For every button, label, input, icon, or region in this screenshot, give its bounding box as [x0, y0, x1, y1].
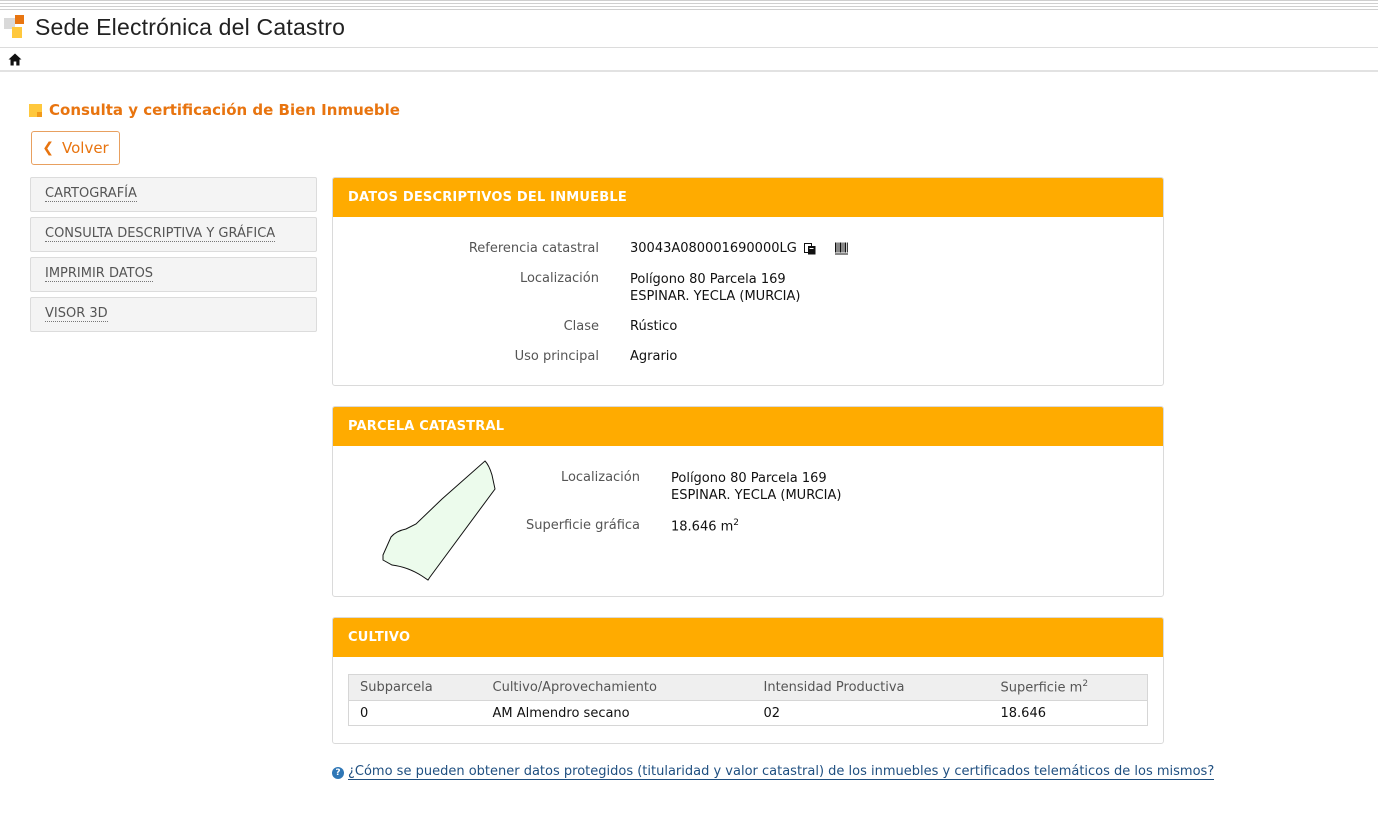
- area-value: 18.646 m2: [671, 518, 740, 535]
- breadcrumb-bar: [0, 48, 1378, 72]
- location-line-2: ESPINAR. YECLA (MURCIA): [630, 289, 801, 304]
- sidebar-item-label: IMPRIMIR DATOS: [45, 266, 154, 282]
- location-value: Polígono 80 Parcela 169 ESPINAR. YECLA (…: [630, 271, 800, 305]
- protected-data-help-link[interactable]: ? ¿Cómo se pueden obtener datos protegid…: [332, 764, 1215, 780]
- side-menu: CARTOGRAFÍA CONSULTA DESCRIPTIVA Y GRÁFI…: [30, 177, 317, 337]
- home-icon[interactable]: [8, 53, 22, 66]
- clase-value: Rústico: [630, 319, 678, 334]
- cell-superficie: 18.646: [1000, 705, 1047, 721]
- page-title: Consulta y certificación de Bien Inmuebl…: [49, 101, 400, 119]
- sidebar-item-label: CARTOGRAFÍA: [45, 186, 137, 202]
- copy-icon[interactable]: [803, 242, 817, 255]
- parcel-location-label: Localización: [560, 470, 640, 485]
- panel-title: CULTIVO: [333, 618, 1163, 657]
- descriptive-data-panel: DATOS DESCRIPTIVOS DEL INMUEBLE Referenc…: [332, 177, 1164, 386]
- sidebar-item-consulta-descriptiva[interactable]: CONSULTA DESCRIPTIVA Y GRÁFICA: [30, 217, 317, 252]
- cell-cultivo: AM Almendro secano: [492, 705, 630, 721]
- col-header-cultivo: Cultivo/Aprovechamiento: [481, 674, 753, 701]
- back-button[interactable]: ❮ Volver: [31, 131, 120, 165]
- parcel-location-line-1: Polígono 80 Parcela 169: [671, 471, 827, 486]
- site-header: Sede Electrónica del Catastro: [0, 10, 1378, 48]
- parcel-location-value: Polígono 80 Parcela 169 ESPINAR. YECLA (…: [671, 470, 841, 504]
- catastro-logo-icon: [4, 15, 28, 39]
- question-circle-icon: ?: [332, 766, 344, 779]
- ref-value: 30043A080001690000LG: [630, 241, 797, 256]
- sidebar-item-visor-3d[interactable]: VISOR 3D: [30, 297, 317, 332]
- sidebar-item-cartografia[interactable]: CARTOGRAFÍA: [30, 177, 317, 212]
- page-heading: Consulta y certificación de Bien Inmuebl…: [29, 101, 400, 119]
- sidebar-item-label: CONSULTA DESCRIPTIVA Y GRÁFICA: [45, 226, 276, 242]
- section-square-icon: [29, 103, 42, 117]
- barcode-icon[interactable]: [834, 242, 848, 255]
- parcel-shape-map[interactable]: [378, 459, 498, 584]
- panel-title: DATOS DESCRIPTIVOS DEL INMUEBLE: [333, 178, 1163, 217]
- top-decorative-stripes: [0, 0, 1378, 10]
- col-header-intensidad: Intensidad Productiva: [752, 674, 990, 701]
- crop-panel: CULTIVO Subparcela Cultivo/Aprovechamien…: [332, 617, 1164, 744]
- uso-label: Uso principal: [514, 349, 599, 364]
- crop-table: Subparcela Cultivo/Aprovechamiento Inten…: [348, 674, 1148, 726]
- clase-label: Clase: [563, 319, 599, 334]
- chevron-left-icon: ❮: [42, 140, 54, 156]
- ref-label: Referencia catastral: [468, 241, 599, 256]
- table-row: 0 AM Almendro secano 02 18.646: [349, 701, 1148, 726]
- cell-intensidad: 02: [763, 705, 781, 721]
- parcel-location-line-2: ESPINAR. YECLA (MURCIA): [671, 488, 842, 503]
- sidebar-item-label: VISOR 3D: [45, 306, 108, 322]
- col-header-subparcela: Subparcela: [348, 674, 482, 701]
- site-title: Sede Electrónica del Catastro: [35, 14, 346, 40]
- ref-value-row: 30043A080001690000LG: [630, 241, 848, 256]
- parcel-panel: PARCELA CATASTRAL Localización Polígono …: [332, 406, 1164, 597]
- cell-subparcela: 0: [360, 705, 369, 721]
- uso-value: Agrario: [630, 349, 678, 364]
- area-label: Superficie gráfica: [525, 518, 640, 533]
- location-label: Localización: [519, 271, 599, 286]
- location-line-1: Polígono 80 Parcela 169: [630, 272, 786, 287]
- help-link-text: ¿Cómo se pueden obtener datos protegidos…: [348, 764, 1215, 780]
- col-header-superficie: Superficie m2: [989, 674, 1148, 701]
- table-header-row: Subparcela Cultivo/Aprovechamiento Inten…: [348, 674, 1148, 701]
- sidebar-item-imprimir-datos[interactable]: IMPRIMIR DATOS: [30, 257, 317, 292]
- panel-title: PARCELA CATASTRAL: [333, 407, 1163, 446]
- back-button-label: Volver: [62, 139, 109, 157]
